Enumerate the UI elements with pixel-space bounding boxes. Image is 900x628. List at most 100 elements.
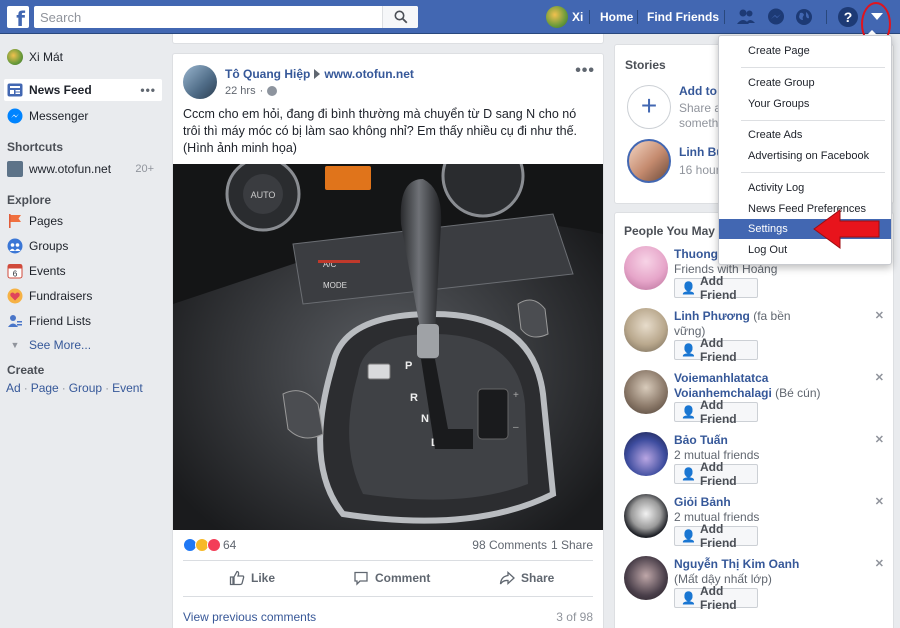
story-author[interactable]: Linh Bù bbox=[679, 145, 724, 159]
add-friend-icon: 👤 bbox=[681, 467, 696, 481]
post-photo[interactable]: AUTO MODE A/C P R N D + – bbox=[173, 164, 603, 530]
avatar[interactable] bbox=[624, 370, 668, 414]
person-name-link[interactable]: Voiemanhlatatca bbox=[674, 371, 768, 385]
sidebar-item-label: Fundraisers bbox=[29, 289, 93, 303]
close-icon[interactable]: ✕ bbox=[875, 557, 884, 570]
sidebar-item-label: Groups bbox=[29, 239, 69, 253]
add-friend-button[interactable]: 👤 Add Friend bbox=[674, 398, 758, 426]
view-previous-comments-link[interactable]: View previous comments bbox=[183, 610, 316, 624]
avatar[interactable] bbox=[624, 308, 668, 352]
create-ad-link[interactable]: Ad bbox=[6, 381, 21, 395]
author-avatar[interactable] bbox=[183, 65, 217, 99]
sidebar-item-otofun[interactable]: www.otofun.net 20+ bbox=[4, 158, 162, 180]
facebook-logo-icon[interactable]: f bbox=[7, 6, 29, 28]
create-page-link[interactable]: Page bbox=[31, 381, 59, 395]
avatar[interactable] bbox=[624, 432, 668, 476]
fundraiser-heart-icon bbox=[7, 288, 23, 304]
group-icon bbox=[7, 161, 23, 177]
like-label: Like bbox=[251, 571, 276, 585]
menu-item-create-group[interactable]: Create Group bbox=[719, 73, 891, 93]
sidebar-item-friend-lists[interactable]: Friend Lists bbox=[4, 310, 162, 332]
menu-item-your-groups[interactable]: Your Groups bbox=[719, 94, 891, 114]
explore-heading: Explore bbox=[7, 193, 52, 207]
add-friend-button[interactable]: 👤 Add Friend bbox=[674, 522, 758, 550]
comments-count-link[interactable]: 98 Comments bbox=[472, 538, 547, 552]
comment-button[interactable]: Comment bbox=[353, 570, 430, 586]
add-friend-button[interactable]: 👤 Add Friend bbox=[674, 336, 758, 364]
avatar[interactable] bbox=[624, 246, 668, 290]
post-body: Cccm cho em hỏi, đang đi bình thường mà … bbox=[183, 106, 595, 157]
list-item: Voiemanhlatatca Voianhemchalagi (Bé cún)… bbox=[624, 370, 886, 426]
list-item: Giỏi Bảnh 2 mutual friends 👤 Add Friend ✕ bbox=[624, 494, 886, 550]
divider bbox=[741, 67, 885, 68]
friend-requests-icon[interactable] bbox=[736, 7, 756, 27]
home-link[interactable]: Home bbox=[600, 10, 633, 24]
story-avatar[interactable] bbox=[627, 139, 671, 183]
add-friend-icon: 👤 bbox=[681, 281, 696, 295]
person-name-link[interactable]: Thuong bbox=[674, 247, 718, 261]
close-icon[interactable]: ✕ bbox=[875, 371, 884, 384]
gear-shifter-photo: AUTO MODE A/C P R N D + – bbox=[173, 164, 603, 530]
add-friend-button[interactable]: 👤 Add Friend bbox=[674, 460, 758, 488]
sidebar-item-groups[interactable]: Groups bbox=[4, 235, 162, 257]
people-you-may-know-panel: People You May K Thuong Friends with Hoà… bbox=[614, 212, 894, 628]
add-friend-button[interactable]: 👤 Add Friend bbox=[674, 274, 758, 302]
person-name-link[interactable]: Giỏi Bảnh bbox=[674, 495, 731, 509]
search-box bbox=[34, 6, 418, 28]
search-button[interactable] bbox=[382, 6, 418, 28]
separator: · bbox=[23, 381, 28, 395]
add-story-subtitle: somethi bbox=[679, 116, 722, 130]
sidebar-item-fundraisers[interactable]: Fundraisers bbox=[4, 285, 162, 307]
notifications-globe-icon[interactable] bbox=[794, 7, 814, 27]
create-group-link[interactable]: Group bbox=[69, 381, 102, 395]
close-icon[interactable]: ✕ bbox=[875, 309, 884, 322]
divider bbox=[589, 10, 590, 24]
p-label: P bbox=[405, 360, 412, 372]
calendar-icon: 6 bbox=[7, 264, 23, 279]
avatar[interactable] bbox=[624, 556, 668, 600]
person-name-link[interactable]: Nguyễn Thị Kim Oanh bbox=[674, 557, 799, 571]
messenger-icon[interactable] bbox=[766, 7, 786, 27]
avatar[interactable] bbox=[624, 494, 668, 538]
more-options-icon[interactable]: ••• bbox=[140, 83, 156, 97]
sidebar-item-profile[interactable]: Xi Mát bbox=[4, 46, 162, 68]
sidebar-item-news-feed[interactable]: News Feed ••• bbox=[4, 79, 162, 101]
profile-link[interactable]: Xi bbox=[546, 6, 583, 28]
help-icon[interactable]: ? bbox=[838, 7, 858, 27]
sidebar-item-events[interactable]: 6 Events bbox=[4, 260, 162, 282]
share-label: Share bbox=[521, 571, 555, 585]
see-more-link[interactable]: ▼ See More... bbox=[4, 334, 162, 356]
reaction-summary[interactable]: 64 bbox=[183, 538, 236, 552]
post-options-icon[interactable]: ••• bbox=[575, 62, 595, 80]
group-name-link[interactable]: www.otofun.net bbox=[324, 67, 414, 81]
share-button[interactable]: Share bbox=[499, 570, 554, 586]
close-icon[interactable]: ✕ bbox=[875, 433, 884, 446]
sidebar-item-pages[interactable]: Pages bbox=[4, 210, 162, 232]
post-timestamp: 22 hrs · bbox=[225, 85, 278, 97]
account-menu-caret-icon[interactable] bbox=[871, 13, 883, 20]
menu-item-advertising[interactable]: Advertising on Facebook bbox=[719, 146, 891, 166]
thumbs-up-icon bbox=[229, 570, 245, 586]
previous-post-edge bbox=[172, 34, 604, 44]
avatar bbox=[546, 6, 568, 28]
like-button[interactable]: Like bbox=[229, 570, 275, 586]
search-input[interactable] bbox=[34, 6, 384, 28]
divider bbox=[183, 596, 593, 597]
add-story-plus-icon[interactable]: + bbox=[627, 85, 671, 129]
close-icon[interactable]: ✕ bbox=[875, 495, 884, 508]
sidebar-item-label: News Feed bbox=[29, 83, 92, 97]
menu-item-create-ads[interactable]: Create Ads bbox=[719, 125, 891, 145]
top-navigation-bar: f Xi Home Find Friends ? bbox=[0, 0, 900, 34]
create-event-link[interactable]: Event bbox=[112, 381, 143, 395]
menu-item-activity-log[interactable]: Activity Log bbox=[719, 178, 891, 198]
timestamp-link[interactable]: 22 hrs bbox=[225, 85, 256, 97]
find-friends-link[interactable]: Find Friends bbox=[647, 10, 719, 24]
menu-item-create-page[interactable]: Create Page bbox=[719, 41, 891, 61]
author-name-link[interactable]: Tô Quang Hiệp bbox=[225, 67, 310, 81]
person-name-link[interactable]: Linh Phương (fa bền bbox=[674, 309, 791, 323]
shares-count-link[interactable]: 1 Share bbox=[551, 538, 593, 552]
shortcuts-heading: Shortcuts bbox=[7, 140, 64, 154]
person-name-link[interactable]: Bảo Tuấn bbox=[674, 433, 728, 447]
add-friend-button[interactable]: 👤 Add Friend bbox=[674, 584, 758, 612]
sidebar-item-messenger[interactable]: Messenger bbox=[4, 105, 162, 127]
